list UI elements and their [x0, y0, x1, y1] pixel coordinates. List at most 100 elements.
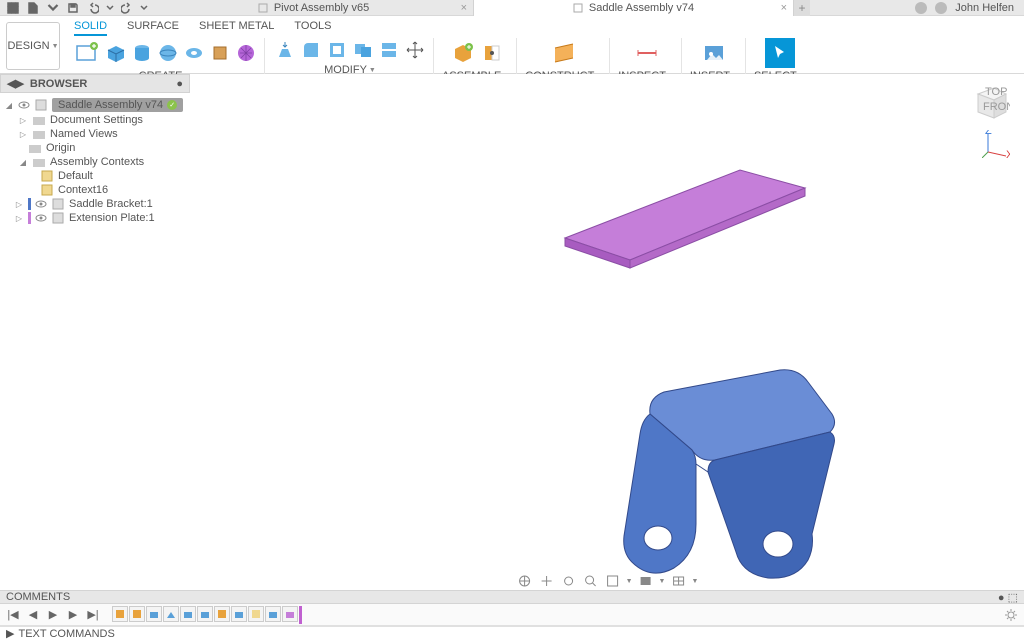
tree-assembly-contexts[interactable]: ◢Assembly Contexts: [0, 155, 190, 169]
pan-icon[interactable]: [538, 574, 556, 588]
split-icon[interactable]: [377, 38, 401, 62]
browser-header[interactable]: ◀▶ BROWSER ●: [0, 74, 190, 93]
tree-context-16[interactable]: Context16: [0, 183, 190, 197]
orbit-icon[interactable]: [516, 574, 534, 588]
measure-icon[interactable]: [632, 38, 662, 68]
extension-plate-geometry[interactable]: [560, 160, 810, 270]
folder-icon: [32, 128, 46, 140]
doc-tab-pivot[interactable]: Pivot Assembly v65 ×: [154, 0, 474, 16]
ribbon-group-modify: MODIFY▼: [267, 38, 434, 76]
look-icon[interactable]: [560, 574, 578, 588]
doc-tab-saddle[interactable]: Saddle Assembly v74 ×: [474, 0, 794, 16]
timeline-prev-icon[interactable]: ◀: [26, 608, 40, 622]
saddle-bracket-geometry[interactable]: [620, 364, 850, 590]
ribbon-tab-surface[interactable]: SURFACE: [127, 18, 179, 36]
chevron-down-icon[interactable]: ▼: [659, 578, 666, 585]
view-cube[interactable]: FRONT TOP: [968, 84, 1010, 126]
settings-folder-icon: [32, 114, 46, 126]
timeline-step[interactable]: [197, 606, 213, 622]
close-icon[interactable]: ×: [781, 2, 787, 14]
apps-grid-icon[interactable]: [6, 1, 20, 15]
new-tab-button[interactable]: +: [794, 0, 810, 16]
plane-icon[interactable]: [549, 38, 579, 68]
visibility-icon[interactable]: [18, 100, 30, 110]
timeline-step[interactable]: [282, 606, 298, 622]
comments-options-icon[interactable]: ● ⬚: [998, 591, 1018, 604]
timeline-marker[interactable]: [299, 606, 302, 624]
timeline-end-icon[interactable]: ▶|: [86, 608, 100, 622]
tree-extension-plate[interactable]: ▷Extension Plate:1: [0, 211, 190, 225]
file-icon[interactable]: [26, 1, 40, 15]
sphere-icon[interactable]: [156, 41, 180, 65]
torus-icon[interactable]: [182, 41, 206, 65]
component-icon: [51, 198, 65, 210]
timeline-play-icon[interactable]: ▶: [46, 608, 60, 622]
save-icon[interactable]: [66, 1, 80, 15]
timeline-start-icon[interactable]: |◀: [6, 608, 20, 622]
collapse-icon[interactable]: ◀▶: [7, 77, 24, 90]
gear-icon[interactable]: [1004, 608, 1018, 622]
text-commands-bar[interactable]: ▶TEXT COMMANDS: [0, 626, 1024, 640]
new-sketch-icon[interactable]: [72, 38, 102, 68]
folder-icon: [32, 156, 46, 168]
axis-triad: Z X: [982, 130, 1010, 158]
box-icon[interactable]: [104, 41, 128, 65]
chevron-down-icon[interactable]: [140, 1, 148, 15]
timeline-step[interactable]: [112, 606, 128, 622]
form-icon[interactable]: [234, 41, 258, 65]
timeline-step[interactable]: [265, 606, 281, 622]
tree-doc-settings[interactable]: ▷Document Settings: [0, 113, 190, 127]
move-icon[interactable]: [403, 38, 427, 62]
context-icon: [40, 170, 54, 182]
viewport[interactable]: FRONT TOP Z X: [190, 74, 1024, 590]
timeline-step[interactable]: [129, 606, 145, 622]
select-icon[interactable]: [765, 38, 795, 68]
chevron-down-icon[interactable]: ▼: [691, 578, 698, 585]
new-component-icon[interactable]: [448, 38, 478, 68]
close-icon[interactable]: ×: [461, 2, 467, 14]
timeline-step[interactable]: [231, 606, 247, 622]
grid-icon[interactable]: [669, 574, 687, 588]
fillet-icon[interactable]: [299, 38, 323, 62]
timeline-step[interactable]: [214, 606, 230, 622]
ribbon-tab-tools[interactable]: TOOLS: [294, 18, 331, 36]
user-name[interactable]: John Helfen: [955, 2, 1014, 14]
ribbon-tab-solid[interactable]: SOLID: [74, 18, 107, 36]
browser-options-icon[interactable]: ●: [176, 78, 183, 90]
presspull-icon[interactable]: [273, 38, 297, 62]
display-mode-icon[interactable]: [637, 574, 655, 588]
color-swatch: [28, 212, 31, 224]
shell-icon[interactable]: [325, 38, 349, 62]
insert-icon[interactable]: [699, 38, 729, 68]
chevron-down-icon[interactable]: ▼: [626, 578, 633, 585]
undo-icon[interactable]: [86, 1, 100, 15]
coil-icon[interactable]: [208, 41, 232, 65]
notifications-icon[interactable]: [935, 2, 947, 14]
svg-text:TOP: TOP: [985, 86, 1007, 98]
timeline-step[interactable]: [180, 606, 196, 622]
chevron-down-icon[interactable]: [46, 1, 60, 15]
zoom-icon[interactable]: [582, 574, 600, 588]
tree-named-views[interactable]: ▷Named Views: [0, 127, 190, 141]
cylinder-icon[interactable]: [130, 41, 154, 65]
tree-root[interactable]: ◢ Saddle Assembly v74✓: [0, 97, 190, 113]
doc-tab-label: Saddle Assembly v74: [589, 2, 694, 14]
visibility-icon[interactable]: [35, 199, 47, 209]
zoom-fit-icon[interactable]: [604, 574, 622, 588]
visibility-icon[interactable]: [35, 213, 47, 223]
joint-icon[interactable]: [480, 41, 504, 65]
redo-icon[interactable]: [120, 1, 134, 15]
timeline-step[interactable]: [248, 606, 264, 622]
timeline-step[interactable]: [146, 606, 162, 622]
tree-origin[interactable]: Origin: [0, 141, 190, 155]
combine-icon[interactable]: [351, 38, 375, 62]
ribbon-tab-sheetmetal[interactable]: SHEET METAL: [199, 18, 274, 36]
comments-bar[interactable]: COMMENTS ● ⬚: [0, 590, 1024, 604]
timeline-step[interactable]: [163, 606, 179, 622]
chevron-down-icon[interactable]: [106, 1, 114, 15]
extensions-icon[interactable]: [915, 2, 927, 14]
tree-saddle-bracket[interactable]: ▷Saddle Bracket:1: [0, 197, 190, 211]
timeline-next-icon[interactable]: ▶: [66, 608, 80, 622]
workspace-switcher[interactable]: DESIGN▼: [6, 22, 60, 70]
tree-context-default[interactable]: Default: [0, 169, 190, 183]
